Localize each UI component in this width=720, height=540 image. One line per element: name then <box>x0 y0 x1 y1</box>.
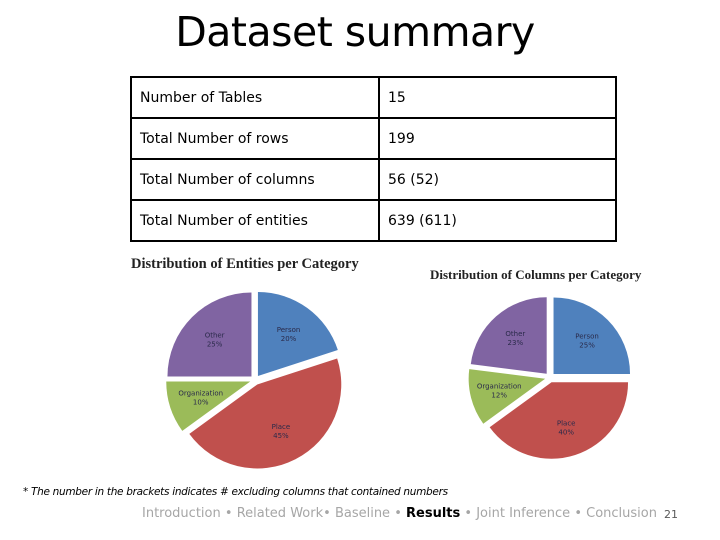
columns-pie-chart: Person25% Place40% Organization12% Other23% <box>468 297 631 459</box>
row-label: Total Number of rows <box>130 117 380 160</box>
nav-separator: • <box>394 506 402 521</box>
slice-category-label: Place <box>272 423 291 431</box>
entities-pie-chart: Person20% Place45% Organization10% Other25% <box>166 291 342 469</box>
slice-percent-label: 45% <box>273 432 289 440</box>
nav-separator: • <box>574 506 582 521</box>
slice-category-label: Organization <box>477 383 522 391</box>
row-label: Total Number of entities <box>130 199 380 242</box>
nav-item-conclusion[interactable]: Conclusion <box>586 506 657 521</box>
nav-separator: • <box>464 506 473 521</box>
nav-item-results[interactable]: Results <box>406 506 460 521</box>
row-value: 15 <box>378 76 617 119</box>
nav-item-introduction[interactable]: Introduction <box>142 506 221 521</box>
nav-item-joint-inference[interactable]: Joint Inference <box>476 506 570 521</box>
row-value: 56 (52) <box>378 158 617 201</box>
slide-title: Dataset summary <box>175 8 535 56</box>
slice-category-label: Organization <box>178 390 223 398</box>
slice-percent-label: 12% <box>491 392 507 400</box>
slice-category-label: Place <box>557 419 576 427</box>
nav-separator: • <box>224 506 233 521</box>
slice-percent-label: 10% <box>193 399 209 407</box>
row-label: Number of Tables <box>130 76 380 119</box>
slice-category-label: Person <box>277 326 301 334</box>
summary-table: Number of Tables 15 Total Number of rows… <box>130 76 617 242</box>
table-row: Number of Tables 15 <box>130 76 617 119</box>
table-row: Total Number of columns 56 (52) <box>130 158 617 201</box>
slice-percent-label: 25% <box>579 341 595 349</box>
columns-chart-title: Distribution of Columns per Category <box>430 267 642 282</box>
slice-percent-label: 40% <box>558 428 574 436</box>
slice-category-label: Person <box>575 332 599 340</box>
slice-percent-label: 25% <box>207 341 223 349</box>
nav-separator: • <box>323 506 331 521</box>
footnote: * The number in the brackets indicates #… <box>23 486 448 498</box>
row-value: 199 <box>378 117 617 160</box>
nav-item-baseline[interactable]: Baseline <box>335 506 390 521</box>
page-number: 21 <box>664 508 678 521</box>
table-row: Total Number of rows 199 <box>130 117 617 160</box>
slice-percent-label: 23% <box>508 339 524 347</box>
table-row: Total Number of entities 639 (611) <box>130 199 617 242</box>
entities-chart-title: Distribution of Entities per Category <box>131 256 359 272</box>
slice-category-label: Other <box>505 330 525 338</box>
row-value: 639 (611) <box>378 199 617 242</box>
slice-percent-label: 20% <box>281 335 297 343</box>
nav-item-related-work[interactable]: Related Work <box>237 506 323 521</box>
slice-category-label: Other <box>205 332 225 340</box>
section-nav: Introduction • Related Work• Baseline • … <box>142 506 657 521</box>
row-label: Total Number of columns <box>130 158 380 201</box>
